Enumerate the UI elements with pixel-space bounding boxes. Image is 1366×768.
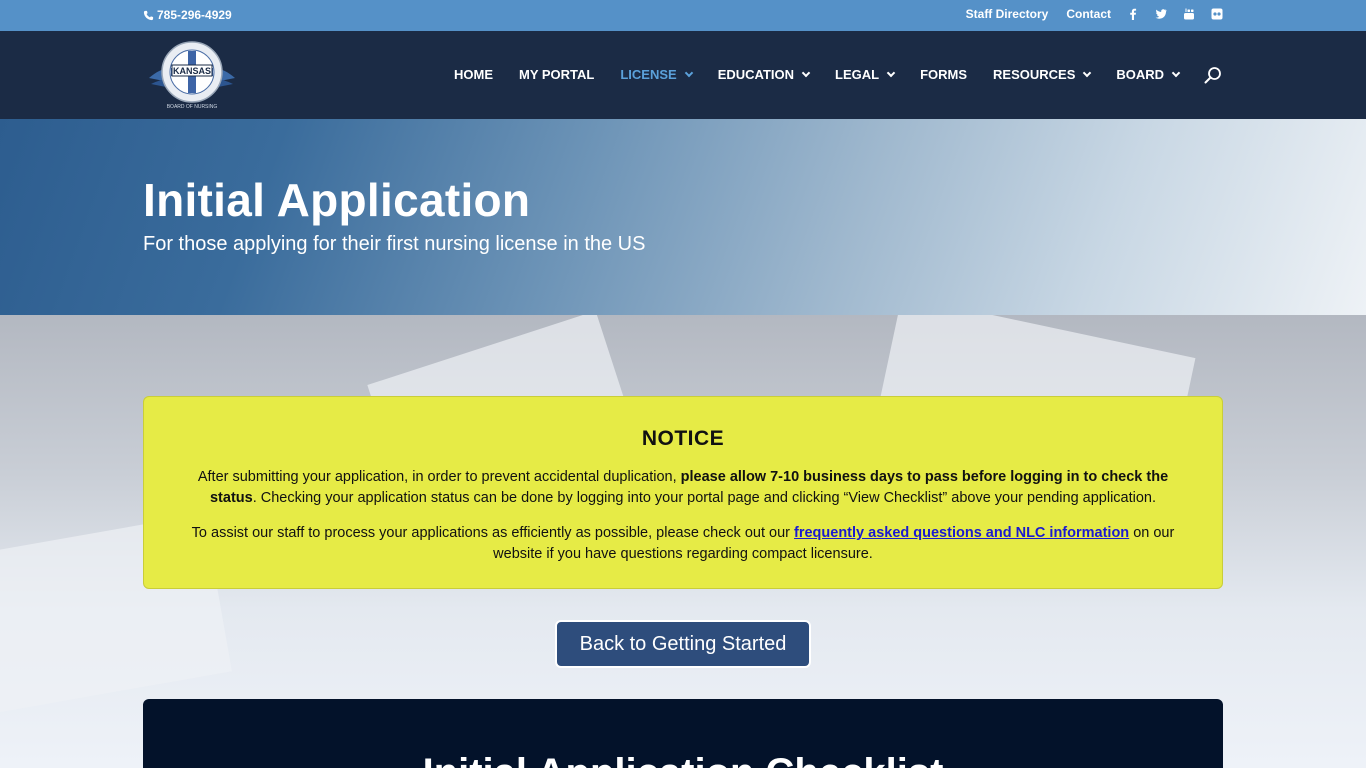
phone-icon — [143, 10, 154, 20]
chevron-down-icon — [684, 68, 693, 77]
nav-legal-label: LEGAL — [835, 67, 880, 82]
nav-board[interactable]: BOARD — [1116, 67, 1181, 82]
nav-resources-label: RESOURCES — [993, 67, 1076, 82]
social-links — [1127, 8, 1223, 20]
checklist-title: Initial Application Checklist — [143, 751, 1223, 768]
nav-resources[interactable]: RESOURCES — [993, 67, 1092, 82]
nav-home-label: HOME — [454, 67, 493, 82]
phone-text: 785-296-4929 — [157, 8, 232, 22]
notice-p1-text: After submitting your application, in or… — [197, 469, 681, 485]
nav-license-label: LICENSE — [620, 67, 677, 82]
notice-p1-text-end: . Checking your application status can b… — [252, 490, 1157, 506]
page-subtitle: For those applying for their first nursi… — [143, 233, 646, 255]
back-to-getting-started-button[interactable]: Back to Getting Started — [555, 620, 811, 668]
nav-education[interactable]: EDUCATION — [717, 67, 811, 82]
main-nav: HOME MY PORTAL LICENSE EDUCATION LEGAL F… — [454, 67, 1205, 82]
notice-paragraph-2: To assist our staff to process your appl… — [183, 523, 1183, 565]
twitter-icon[interactable] — [1155, 8, 1167, 20]
chevron-down-icon — [1083, 68, 1092, 77]
notice-p2-text: To assist our staff to process your appl… — [191, 525, 795, 541]
checklist-panel: Initial Application Checklist — [143, 699, 1223, 768]
notice-box: NOTICE After submitting your application… — [143, 396, 1223, 589]
nav-legal[interactable]: LEGAL — [835, 67, 896, 82]
logo-subtitle-text: BOARD OF NURSING — [167, 104, 218, 110]
youtube-icon[interactable] — [1183, 8, 1195, 20]
faq-nlc-link[interactable]: frequently asked questions and NLC infor… — [794, 525, 1129, 541]
staff-directory-link[interactable]: Staff Directory — [966, 7, 1049, 21]
kansas-board-of-nursing-logo[interactable]: KANSAS BOARD OF NURSING — [147, 38, 237, 112]
nav-forms[interactable]: FORMS — [920, 67, 967, 82]
chevron-down-icon — [1171, 68, 1181, 77]
search-icon[interactable] — [1204, 66, 1222, 84]
top-bar: 785-296-4929 Staff Directory Contact — [0, 0, 1366, 31]
flickr-icon[interactable] — [1211, 8, 1223, 20]
logo-kansas-text: KANSAS — [173, 66, 211, 76]
hero-banner: Initial Application For those applying f… — [0, 119, 1366, 315]
facebook-icon[interactable] — [1127, 8, 1139, 20]
nav-my-portal-label: MY PORTAL — [519, 67, 595, 82]
nav-my-portal[interactable]: MY PORTAL — [519, 67, 594, 82]
notice-paragraph-1: After submitting your application, in or… — [183, 467, 1183, 509]
nav-education-label: EDUCATION — [717, 67, 795, 82]
nav-home[interactable]: HOME — [454, 67, 493, 82]
nav-license[interactable]: LICENSE — [620, 67, 693, 82]
top-bar-links: Staff Directory Contact — [966, 7, 1223, 21]
chevron-down-icon — [801, 68, 811, 77]
nav-board-label: BOARD — [1116, 67, 1165, 82]
phone-number[interactable]: 785-296-4929 — [143, 8, 232, 22]
site-header: KANSAS BOARD OF NURSING HOME MY PORTAL L… — [0, 31, 1366, 119]
contact-link[interactable]: Contact — [1066, 7, 1111, 21]
nav-forms-label: FORMS — [920, 67, 968, 82]
chevron-down-icon — [886, 68, 896, 77]
notice-heading: NOTICE — [641, 427, 725, 450]
page-title: Initial Application — [143, 174, 531, 226]
